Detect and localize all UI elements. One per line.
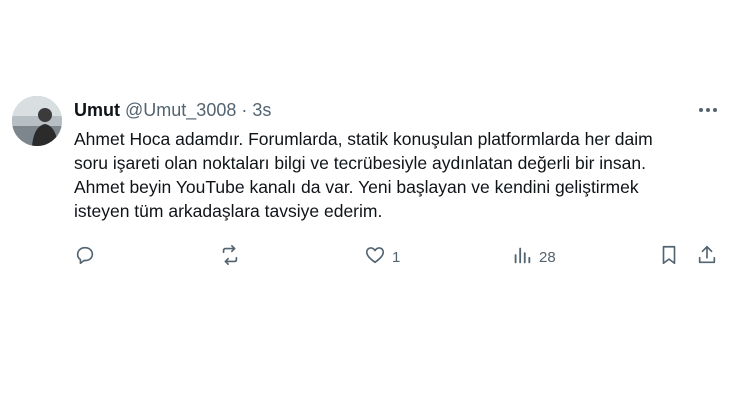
tweet-header: Umut @Umut_3008 · 3s [74, 99, 271, 121]
avatar[interactable] [12, 96, 62, 146]
tweet: Umut @Umut_3008 · 3s Ahmet Hoca adamdır.… [0, 0, 730, 420]
tweet-text-line: Ahmet beyin YouTube kanalı da var. Yeni … [74, 177, 639, 197]
timestamp[interactable]: 3s [252, 100, 271, 120]
like-button[interactable]: 1 [364, 243, 400, 271]
reply-button[interactable] [74, 243, 96, 271]
tweet-text: Ahmet Hoca adamdır. Forumlarda, statik k… [74, 127, 719, 223]
tweet-text-line: Ahmet Hoca adamdır. Forumlarda, statik k… [74, 129, 653, 149]
retweet-button[interactable] [219, 243, 241, 271]
bookmark-button[interactable] [658, 243, 680, 271]
more-icon[interactable] [694, 100, 722, 120]
heart-icon [364, 244, 386, 271]
share-icon [696, 244, 718, 271]
analytics-icon [511, 244, 533, 271]
tweet-text-line: soru işareti olan noktaları bilgi ve tec… [74, 153, 646, 173]
bookmark-icon [658, 244, 680, 271]
action-bar: 1 28 [0, 243, 730, 271]
views-count: 28 [539, 248, 556, 266]
like-count: 1 [392, 248, 401, 266]
retweet-icon [219, 244, 241, 271]
views-button[interactable]: 28 [511, 243, 556, 271]
author-name[interactable]: Umut [74, 100, 120, 120]
tweet-text-line: isteyen tüm arkadaşlara tavsiye ederim. [74, 201, 383, 221]
avatar-photo [12, 96, 62, 146]
share-button[interactable] [696, 243, 718, 271]
separator-dot: · [241, 100, 248, 120]
author-handle[interactable]: @Umut_3008 [125, 100, 236, 120]
reply-icon [74, 244, 96, 271]
